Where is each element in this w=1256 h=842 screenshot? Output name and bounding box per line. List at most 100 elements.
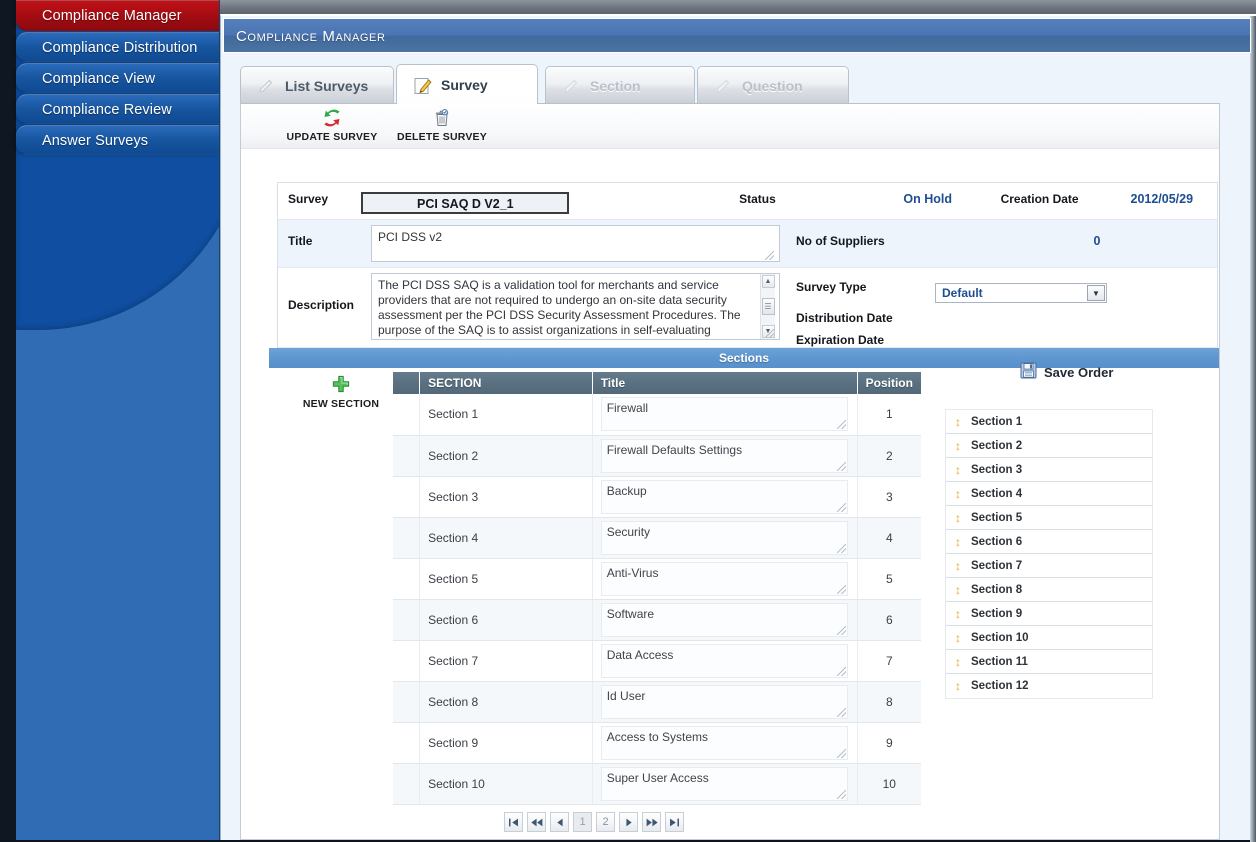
- resize-grip-icon[interactable]: [836, 584, 846, 594]
- section-title-input[interactable]: [600, 397, 848, 432]
- next-page-icon[interactable]: [619, 812, 638, 832]
- resize-grip-icon[interactable]: [765, 329, 774, 338]
- row-drag-handle[interactable]: [393, 681, 421, 723]
- resize-grip-icon[interactable]: [836, 543, 846, 553]
- column-section[interactable]: SECTION: [419, 372, 593, 394]
- last-page-icon[interactable]: [665, 812, 684, 832]
- survey-type-select[interactable]: Default ▼: [935, 283, 1107, 303]
- chevron-down-icon[interactable]: ▼: [1087, 285, 1105, 301]
- list-item[interactable]: ↕ Section 11: [946, 650, 1152, 674]
- new-section-button[interactable]: NEW SECTION: [281, 374, 401, 410]
- tab-section[interactable]: Section: [545, 66, 695, 104]
- drag-updown-icon[interactable]: ↕: [955, 560, 961, 572]
- table-row[interactable]: Section 1 1: [393, 394, 921, 436]
- list-item[interactable]: ↕ Section 5: [946, 506, 1152, 530]
- drag-updown-icon[interactable]: ↕: [955, 488, 961, 500]
- delete-survey-button[interactable]: DELETE SURVEY: [367, 108, 517, 143]
- list-item[interactable]: ↕ Section 10: [946, 626, 1152, 650]
- list-item[interactable]: ↕ Section 4: [946, 482, 1152, 506]
- drag-updown-icon[interactable]: ↕: [955, 632, 961, 644]
- sidebar-item-compliance-manager[interactable]: Compliance Manager: [16, 0, 219, 31]
- section-name-cell[interactable]: Section 5: [419, 558, 593, 600]
- list-item[interactable]: ↕ Section 12: [946, 674, 1152, 698]
- drag-updown-icon[interactable]: ↕: [955, 608, 961, 620]
- section-order-list[interactable]: ↕ Section 1 ↕ Section 2 ↕ Section 3 ↕ Section 4…: [945, 409, 1153, 699]
- sidebar-item-compliance-review[interactable]: Compliance Review: [16, 94, 219, 124]
- scroll-up-icon[interactable]: ▲: [761, 275, 775, 288]
- row-drag-handle[interactable]: [393, 517, 421, 559]
- page-2-button[interactable]: 2: [596, 812, 615, 832]
- table-row[interactable]: Section 4 4: [393, 517, 921, 559]
- table-row[interactable]: Section 10 10: [393, 763, 921, 805]
- section-name-cell[interactable]: Section 9: [419, 722, 593, 764]
- drag-updown-icon[interactable]: ↕: [955, 680, 961, 692]
- tab-survey[interactable]: Survey: [396, 64, 538, 104]
- sidebar-item-answer-surveys[interactable]: Answer Surveys: [16, 125, 219, 155]
- section-name-cell[interactable]: Section 6: [419, 599, 593, 641]
- list-item[interactable]: ↕ Section 9: [946, 602, 1152, 626]
- row-drag-handle[interactable]: [393, 640, 421, 682]
- resize-grip-icon[interactable]: [836, 420, 846, 430]
- list-item[interactable]: ↕ Section 2: [946, 434, 1152, 458]
- save-order-button[interactable]: Save Order: [1020, 362, 1113, 382]
- sidebar-item-compliance-distribution[interactable]: Compliance Distribution: [16, 32, 219, 62]
- drag-updown-icon[interactable]: ↕: [955, 464, 961, 476]
- tab-list-surveys[interactable]: List Surveys: [240, 66, 394, 104]
- resize-grip-icon[interactable]: [836, 789, 846, 799]
- section-name-cell[interactable]: Section 7: [419, 640, 593, 682]
- section-name-cell[interactable]: Section 8: [419, 681, 593, 723]
- prev-fast-icon[interactable]: [527, 812, 546, 832]
- section-title-input[interactable]: [600, 602, 848, 637]
- survey-name-field[interactable]: PCI SAQ D V2_1: [361, 192, 570, 214]
- drag-updown-icon[interactable]: ↕: [955, 416, 961, 428]
- section-name-cell[interactable]: Section 1: [419, 394, 593, 436]
- section-title-input[interactable]: [600, 725, 848, 760]
- table-row[interactable]: Section 6 6: [393, 599, 921, 641]
- scrollbar-thumb[interactable]: ☰: [761, 298, 775, 315]
- resize-grip-icon[interactable]: [765, 251, 774, 260]
- next-fast-icon[interactable]: [642, 812, 661, 832]
- drag-updown-icon[interactable]: ↕: [955, 512, 961, 524]
- tab-question[interactable]: Question: [697, 66, 849, 104]
- table-row[interactable]: Section 5 5: [393, 558, 921, 600]
- list-item[interactable]: ↕ Section 8: [946, 578, 1152, 602]
- drag-updown-icon[interactable]: ↕: [955, 440, 961, 452]
- list-item[interactable]: ↕ Section 6: [946, 530, 1152, 554]
- resize-grip-icon[interactable]: [836, 625, 846, 635]
- resize-grip-icon[interactable]: [836, 461, 846, 471]
- row-drag-handle[interactable]: [393, 476, 421, 518]
- row-drag-handle[interactable]: [393, 722, 421, 764]
- resize-grip-icon[interactable]: [836, 748, 846, 758]
- table-row[interactable]: Section 7 7: [393, 640, 921, 682]
- section-name-cell[interactable]: Section 4: [419, 517, 593, 559]
- survey-title-input[interactable]: [371, 225, 780, 262]
- section-title-input[interactable]: [600, 684, 848, 719]
- drag-updown-icon[interactable]: ↕: [955, 656, 961, 668]
- section-name-cell[interactable]: Section 3: [419, 476, 593, 518]
- section-title-input[interactable]: [600, 643, 848, 678]
- section-title-input[interactable]: [600, 479, 848, 514]
- sidebar-item-compliance-view[interactable]: Compliance View: [16, 63, 219, 93]
- list-item[interactable]: ↕ Section 1: [946, 410, 1152, 434]
- section-title-input[interactable]: [600, 520, 848, 555]
- table-row[interactable]: Section 8 8: [393, 681, 921, 723]
- list-item[interactable]: ↕ Section 7: [946, 554, 1152, 578]
- column-position[interactable]: Position: [857, 372, 921, 394]
- table-row[interactable]: Section 9 9: [393, 722, 921, 764]
- row-drag-handle[interactable]: [393, 435, 421, 477]
- section-title-input[interactable]: [600, 561, 848, 596]
- section-title-input[interactable]: [600, 766, 848, 801]
- resize-grip-icon[interactable]: [836, 707, 846, 717]
- prev-page-icon[interactable]: [550, 812, 569, 832]
- column-title[interactable]: Title: [592, 372, 858, 394]
- section-name-cell[interactable]: Section 2: [419, 435, 593, 477]
- table-row[interactable]: Section 3 3: [393, 476, 921, 518]
- page-1-button[interactable]: 1: [573, 812, 592, 832]
- section-name-cell[interactable]: Section 10: [419, 763, 593, 805]
- first-page-icon[interactable]: [504, 812, 523, 832]
- drag-updown-icon[interactable]: ↕: [955, 536, 961, 548]
- list-item[interactable]: ↕ Section 3: [946, 458, 1152, 482]
- resize-grip-icon[interactable]: [836, 666, 846, 676]
- row-drag-handle[interactable]: [393, 599, 421, 641]
- row-drag-handle[interactable]: [393, 558, 421, 600]
